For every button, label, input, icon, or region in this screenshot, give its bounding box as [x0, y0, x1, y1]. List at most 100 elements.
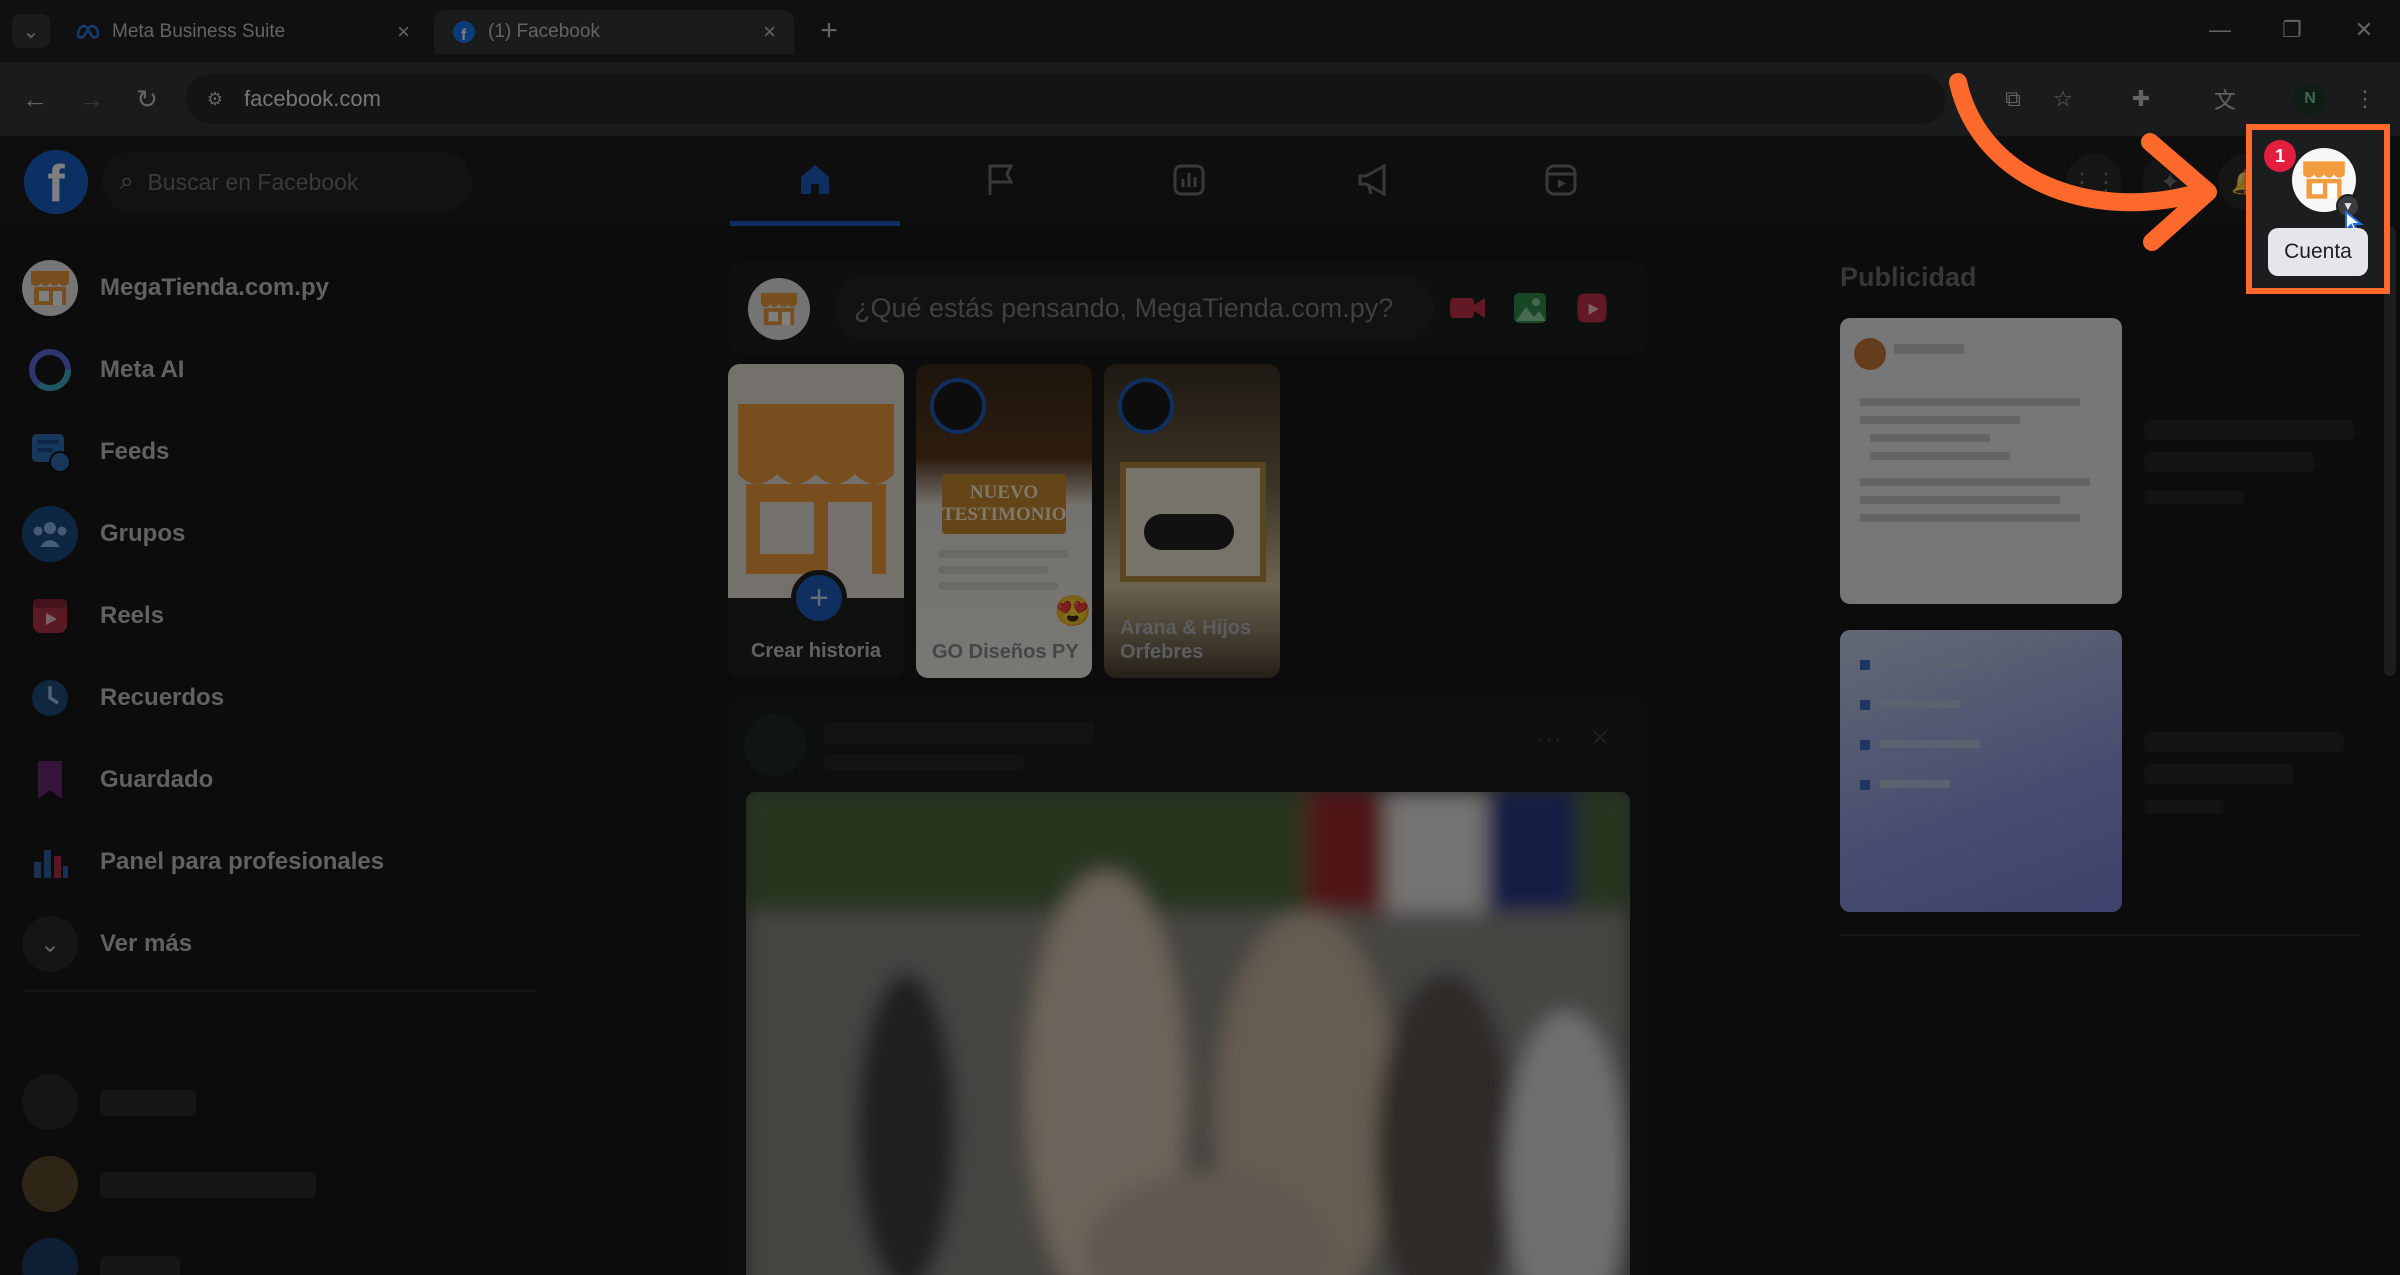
reload-button[interactable]: ↻ — [128, 80, 166, 118]
nav-insights[interactable] — [1104, 136, 1274, 224]
store-icon — [748, 278, 810, 340]
close-icon[interactable]: × — [763, 19, 776, 45]
reels-icon — [22, 588, 78, 644]
story-arana-hijos[interactable]: Arana & Hijos Orfebres — [1104, 364, 1280, 678]
close-icon[interactable]: ✕ — [1590, 724, 1624, 758]
feeds-icon — [22, 424, 78, 480]
bookmark-icon — [22, 752, 78, 808]
extensions-icon[interactable]: ✚ — [2122, 80, 2160, 118]
facebook-logo-icon[interactable]: f — [24, 150, 88, 214]
shortcut-label-placeholder — [100, 1090, 196, 1116]
home-icon — [801, 164, 829, 194]
meta-ai-icon — [22, 342, 78, 398]
sidebar-item-guardado[interactable]: Guardado — [22, 744, 213, 816]
nav-reels[interactable] — [1476, 136, 1646, 224]
sidebar-item-label: Grupos — [100, 520, 186, 547]
forward-button[interactable]: → — [72, 80, 110, 118]
sidebar-item-grupos[interactable]: Grupos — [22, 498, 185, 570]
sidebar-divider — [24, 990, 536, 992]
story-text-line — [938, 566, 1048, 574]
post-author-placeholder — [824, 722, 1094, 744]
sidebar-item-label: Recuerdos — [100, 684, 225, 711]
story-create[interactable]: + Crear historia — [728, 364, 904, 678]
shortcut-avatar[interactable] — [22, 1156, 78, 1212]
sidebar-item-label: MegaTienda.com.py — [100, 274, 329, 301]
restore-button[interactable]: ❐ — [2268, 12, 2316, 48]
messenger-icon: ✦ — [2159, 168, 2181, 196]
story-go-disenos[interactable]: NUEVO TESTIMONIO 😍 GO Diseños PY — [916, 364, 1092, 678]
story-avatar — [1118, 378, 1174, 434]
sidebar-item-label: Reels — [100, 602, 165, 629]
tab-meta-business-suite[interactable]: Meta Business Suite × — [58, 10, 428, 54]
notification-badge: 1 — [2264, 140, 2296, 172]
install-app-icon[interactable]: ⧉ — [1994, 80, 2032, 118]
site-settings-icon[interactable]: ⚙ — [200, 84, 230, 114]
photo-video-icon[interactable] — [1508, 288, 1552, 328]
search-input[interactable] — [147, 168, 448, 196]
live-video-icon[interactable] — [1446, 288, 1490, 328]
close-icon[interactable]: × — [397, 19, 410, 45]
story-label: Crear historia — [750, 640, 882, 662]
composer-input[interactable]: ¿Qué estás pensando, MegaTienda.com.py? — [834, 276, 1434, 340]
facebook-top-bar: f ⌕ ⋮⋮ ✦ 🔔 — [0, 136, 2400, 226]
browser-menu-icon[interactable]: ⋮ — [2346, 80, 2384, 118]
shortcut-label-placeholder — [100, 1256, 180, 1275]
post-meta-placeholder — [824, 754, 1024, 770]
shortcut-avatar[interactable] — [22, 1238, 78, 1275]
plus-icon[interactable]: + — [791, 570, 847, 626]
sidebar-item-ver-mas[interactable]: ⌄ Ver más — [22, 908, 192, 980]
sidebar-item-label: Guardado — [100, 766, 214, 793]
ad-text-placeholder — [2144, 732, 2344, 752]
back-button[interactable]: ← — [16, 80, 54, 118]
story-text-line — [938, 582, 1058, 590]
browser-profile-avatar[interactable]: N — [2294, 83, 2326, 115]
nav-pages[interactable] — [916, 136, 1086, 224]
sidebar-item-megatienda[interactable]: MegaTienda.com.py — [22, 252, 329, 324]
browser-toolbar: ← → ↻ ⚙ facebook.com ⧉ ☆ ✚ 文 N ⋮ — [0, 62, 2400, 136]
sidebar-item-reels[interactable]: Reels — [22, 580, 164, 652]
shortcut-label-placeholder — [100, 1172, 316, 1198]
tab-title: (1) Facebook — [488, 21, 600, 42]
sidebar-item-panel-profesionales[interactable]: Panel para profesionales — [22, 826, 384, 898]
tab-search-button[interactable]: ⌄ — [12, 14, 50, 48]
sidebar-item-label: Meta AI — [100, 356, 185, 383]
memories-icon — [22, 670, 78, 726]
shortcut-avatar[interactable] — [22, 1074, 78, 1130]
ad-thumbnail[interactable] — [1840, 630, 2122, 912]
sidebar-item-feeds[interactable]: Feeds — [22, 416, 169, 488]
story-create-image — [728, 364, 904, 598]
sidebar-item-label: Panel para profesionales — [100, 848, 385, 875]
bookmark-star-icon[interactable]: ☆ — [2044, 80, 2082, 118]
sidebar-item-meta-ai[interactable]: Meta AI — [22, 334, 184, 406]
more-options-icon[interactable]: ⋯ — [1536, 724, 1570, 758]
ad-text-placeholder — [2144, 800, 2224, 814]
facebook-search[interactable]: ⌕ — [102, 152, 472, 212]
account-tooltip: Cuenta — [2268, 228, 2368, 276]
account-highlight-box: 1 ▼ Cuenta — [2246, 124, 2390, 294]
sidebar-item-recuerdos[interactable]: Recuerdos — [22, 662, 224, 734]
story-avatar — [930, 378, 986, 434]
minimize-button[interactable]: — — [2196, 12, 2244, 48]
messenger-button[interactable]: ✦ — [2142, 154, 2198, 210]
reel-icon[interactable] — [1570, 288, 1614, 328]
nav-home[interactable] — [730, 136, 900, 226]
svg-text:f: f — [461, 27, 467, 43]
sidebar-item-label: Feeds — [100, 438, 170, 465]
chevron-down-icon: ⌄ — [22, 916, 78, 972]
translate-icon[interactable]: 文 — [2206, 80, 2244, 118]
feed-post: ⋯ ✕ — [728, 694, 1648, 1275]
new-tab-button[interactable]: + — [812, 14, 846, 48]
close-window-button[interactable]: ✕ — [2340, 12, 2388, 48]
ad-thumbnail[interactable] — [1840, 318, 2122, 604]
search-icon: ⌕ — [120, 168, 134, 195]
nav-ads[interactable] — [1290, 136, 1460, 224]
story-label: GO Diseños PY — [932, 641, 1079, 663]
chevron-down-icon: ⌄ — [22, 20, 40, 43]
right-column-divider — [1840, 934, 2360, 936]
address-bar[interactable]: ⚙ facebook.com — [186, 74, 1946, 124]
tab-facebook[interactable]: f (1) Facebook × — [434, 10, 794, 54]
post-image[interactable] — [746, 792, 1630, 1275]
post-author-avatar[interactable] — [744, 714, 806, 776]
menu-grid-button[interactable]: ⋮⋮ — [2066, 154, 2122, 210]
store-icon — [22, 260, 78, 316]
